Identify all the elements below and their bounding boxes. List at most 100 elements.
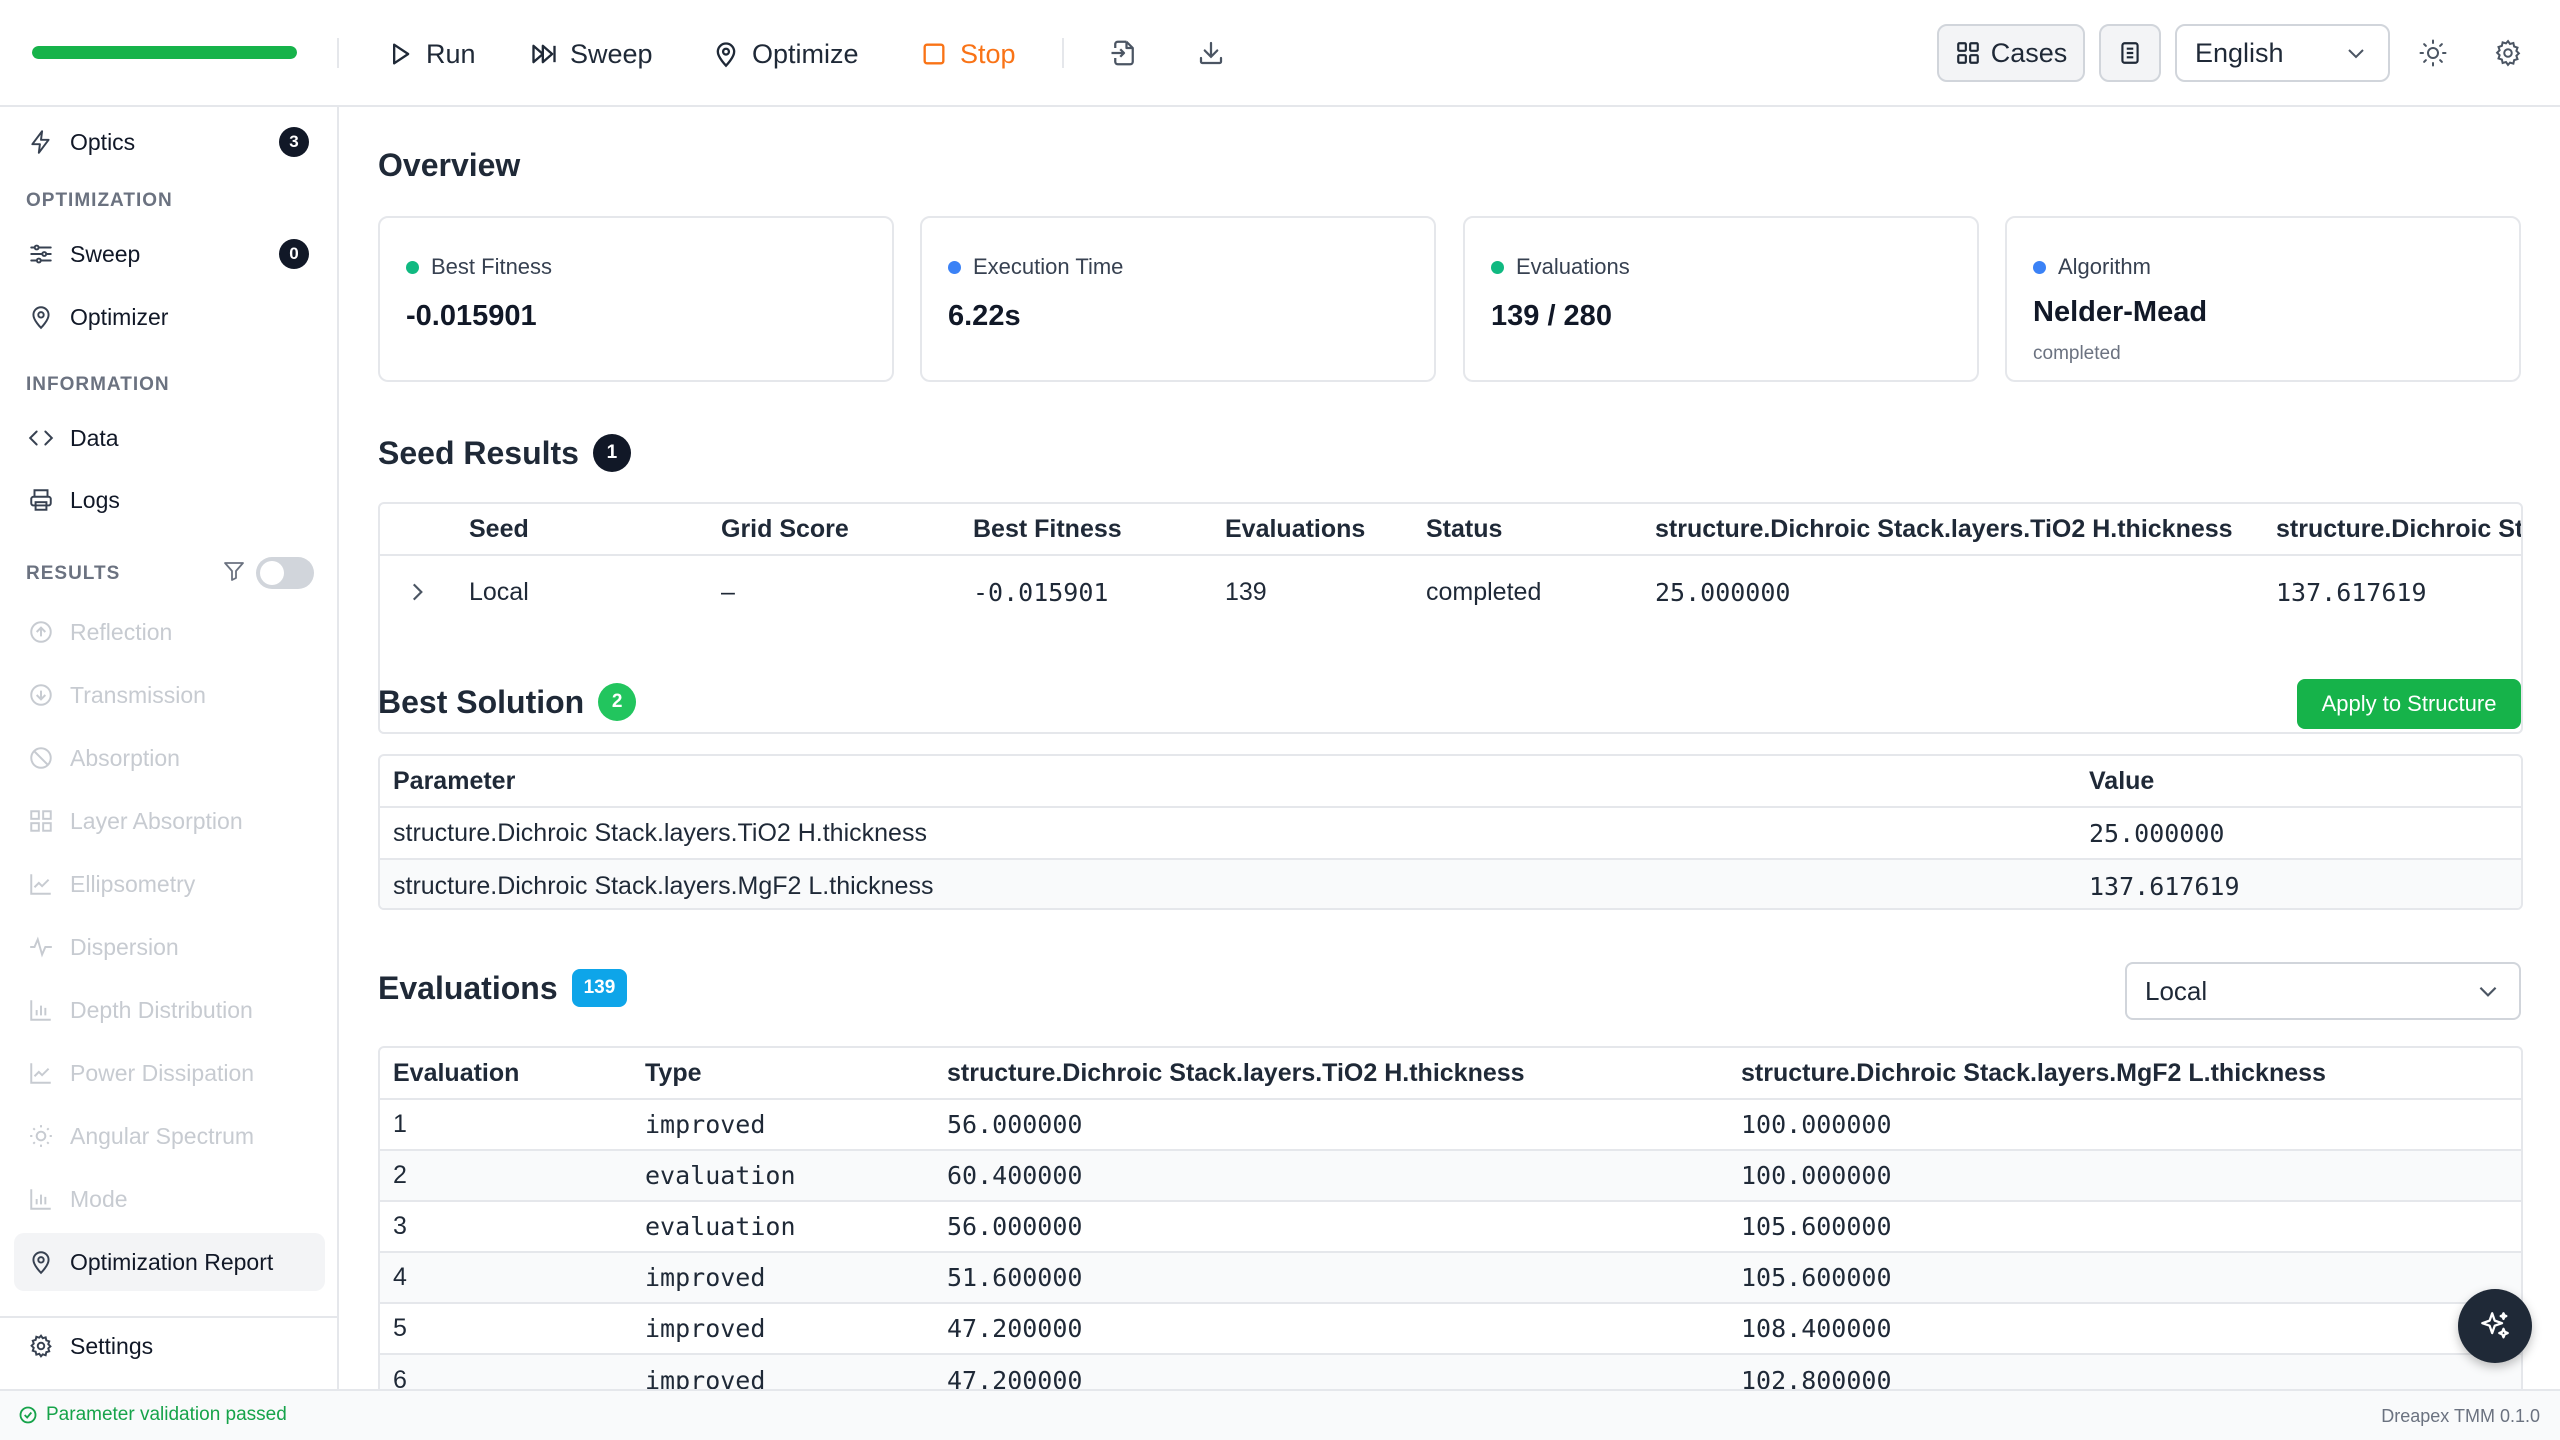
stop-button[interactable]: Stop [920,26,1016,82]
download-button[interactable] [1194,36,1228,70]
fast-forward-icon [532,44,556,64]
parameter-cell: structure.Dichroic Stack.layers.TiO2 H.t… [393,818,927,847]
sidebar-item-mode[interactable]: Mode [14,1170,325,1228]
seed-filter-value: Local [2145,975,2208,1006]
tio2-thickness-cell: 47.200000 [947,1366,1083,1389]
sidebar-item-label: Transmission [70,681,206,708]
card-value: Nelder-Mead [2033,296,2208,328]
sidebar-item-label: Optimization Report [70,1248,274,1275]
results-toggle[interactable] [256,557,314,589]
count-badge: 3 [279,127,309,157]
mgf2-thickness-cell: 102.800000 [1741,1366,1892,1389]
map-pin-icon [32,1251,50,1275]
card-value: 139 / 280 [1491,300,1612,332]
notes-button[interactable] [2099,24,2161,82]
cases-button[interactable]: Cases [1937,24,2085,82]
card-label-row: Evaluations [1491,254,1630,280]
tio2-thickness-cell: 56.000000 [947,1212,1083,1241]
sidebar-item-dispersion[interactable]: Dispersion [14,918,325,976]
import-button[interactable] [1107,36,1141,70]
evaluations-cell: 139 [1225,577,1267,606]
evaluation-cell: 4 [393,1263,407,1291]
theme-toggle[interactable] [2416,36,2450,70]
card-label: Best Fitness [431,254,553,279]
table-header-row: Seed Grid Score Best Fitness Evaluations… [380,504,2523,556]
chevron-down-icon [2348,49,2364,59]
sidebar-item-depth-distribution[interactable]: Depth Distribution [14,981,325,1039]
column-header: structure.Dichroic Stack.layers.TiO2 H.t… [1655,514,2233,543]
table-row: structure.Dichroic Stack.layers.MgF2 L.t… [380,860,2521,908]
table-row: 1 improved 56.000000 100.000000 [380,1100,2521,1151]
app-version: Dreapex TMM 0.1.0 [2381,1406,2540,1426]
table-row: 6 improved 47.200000 102.800000 [380,1355,2521,1389]
mgf2-thickness-cell: 105.600000 [1741,1212,1892,1241]
section-title: Evaluations [378,969,558,1006]
grid-score-cell: – [721,577,735,606]
sidebar-item-power-dissipation[interactable]: Power Dissipation [14,1044,325,1102]
arrow-up-circle-icon [30,621,52,643]
sidebar-item-sweep[interactable]: Sweep 0 [14,225,325,283]
evaluation-cell: 2 [393,1161,407,1189]
seed-results-heading: Seed Results 1 [378,434,631,472]
settings-button[interactable] [2491,36,2525,70]
play-icon [393,43,410,65]
sidebar-item-absorption[interactable]: Absorption [14,729,325,787]
tio2-thickness-cell: 60.400000 [947,1161,1083,1190]
sidebar-item-settings[interactable]: Settings [14,1317,325,1375]
toolbar: Run Sweep Optimize Stop Cases English [0,0,2560,107]
sweep-button[interactable]: Sweep [530,26,653,82]
filter-icon[interactable] [222,559,246,583]
chevron-right-icon[interactable] [404,579,430,605]
column-header: structure.Dichroic Stack.layers.MgF2 L.t… [1741,1058,2326,1087]
sparkles-icon [2481,1312,2509,1339]
evaluation-cell: 6 [393,1366,407,1389]
table-row: 5 improved 47.200000 108.400000 [380,1304,2521,1355]
mgf2-thickness-cell: 100.000000 [1741,1110,1892,1139]
card-label-row: Best Fitness [406,254,552,280]
printer-icon [30,489,52,511]
sidebar-item-optics[interactable]: Optics 3 [14,113,325,171]
optimize-button[interactable]: Optimize [712,26,859,82]
seed-results-table: Seed Grid Score Best Fitness Evaluations… [378,502,2523,734]
sidebar-item-label: Layer Absorption [70,807,243,834]
grid-icon [1956,42,1979,64]
apply-to-structure-button[interactable]: Apply to Structure [2297,679,2521,729]
seed-filter-select[interactable]: Local [2125,962,2521,1020]
sidebar-item-transmission[interactable]: Transmission [14,666,325,724]
seed-cell: Local [469,577,529,606]
ban-icon [30,747,52,769]
check-circle-icon [19,1406,37,1424]
sidebar-item-label: Ellipsometry [70,870,196,897]
status-cell: completed [1426,577,1542,606]
sidebar-item-data[interactable]: Data [14,409,325,467]
card-label: Algorithm [2058,254,2151,279]
card-label-row: Execution Time [948,254,1123,280]
section-heading: OPTIMIZATION [26,190,173,211]
sidebar-item-reflection[interactable]: Reflection [14,603,325,661]
sidebar-item-optimizer[interactable]: Optimizer [14,288,325,346]
run-button[interactable]: Run [386,26,476,82]
sidebar-item-label: Depth Distribution [70,996,253,1023]
bar-chart-icon [30,1000,51,1021]
sidebar-item-logs[interactable]: Logs [14,471,325,529]
sidebar-item-optimization-report[interactable]: Optimization Report [14,1233,325,1291]
column-header: structure.Dichroic St [2276,514,2523,543]
best-solution-table: Parameter Value structure.Dichroic Stack… [378,754,2523,910]
table-row[interactable]: Local – -0.015901 139 completed 25.00000… [380,556,2521,628]
overview-heading: Overview [378,147,520,184]
count-badge: 1 [592,434,631,472]
language-select[interactable]: English [2175,24,2390,82]
column-header: Grid Score [721,514,849,543]
toggle-knob [260,561,284,585]
ai-assistant-button[interactable] [2458,1289,2532,1363]
progress-bar [32,46,297,59]
type-cell: evaluation [645,1212,796,1241]
sidebar-item-label: Angular Spectrum [70,1122,255,1149]
sidebar-item-label: Dispersion [70,933,179,960]
type-cell: improved [645,1366,766,1389]
sidebar-item-ellipsometry[interactable]: Ellipsometry [14,855,325,913]
sidebar-item-angular-spectrum[interactable]: Angular Spectrum [14,1107,325,1165]
line-chart-icon [30,874,51,895]
sidebar-item-layer-absorption[interactable]: Layer Absorption [14,792,325,850]
sidebar-item-label: Absorption [70,744,180,771]
